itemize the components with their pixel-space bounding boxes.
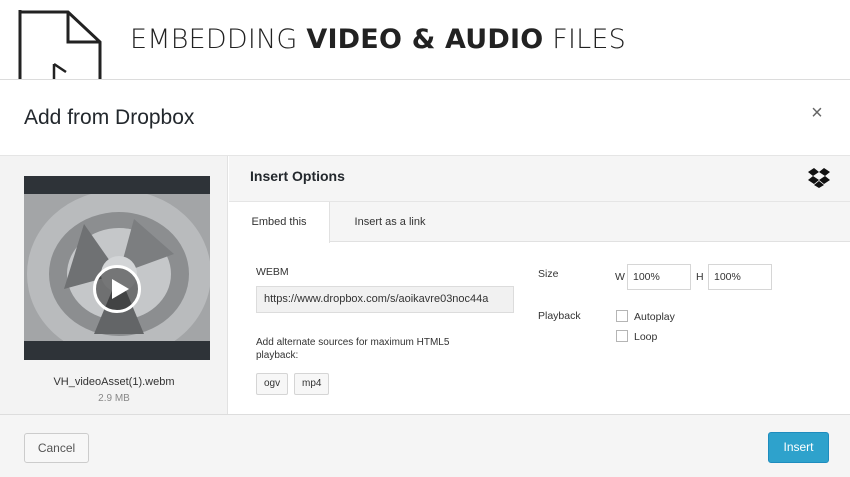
modal-title: Add from Dropbox xyxy=(24,106,195,129)
tab-insert-as-link[interactable]: Insert as a link xyxy=(330,202,450,242)
autoplay-checkbox[interactable] xyxy=(616,310,628,322)
close-icon[interactable]: × xyxy=(806,102,828,124)
loop-label: Loop xyxy=(634,331,658,343)
insert-options-title: Insert Options xyxy=(250,168,345,184)
play-icon[interactable] xyxy=(93,265,141,313)
format-label: WEBM xyxy=(256,266,289,278)
file-name: VH_videoAsset(1).webm xyxy=(53,376,175,388)
width-input[interactable]: 100% xyxy=(627,264,691,290)
dropbox-icon xyxy=(808,168,830,188)
cancel-button[interactable]: Cancel xyxy=(24,433,89,463)
file-size: 2.9 MB xyxy=(98,393,130,404)
modal-header: Add from Dropbox × xyxy=(0,80,850,156)
height-input[interactable]: 100% xyxy=(708,264,772,290)
playback-label: Playback xyxy=(538,310,581,322)
url-input[interactable]: https://www.dropbox.com/s/aoikavre03noc4… xyxy=(256,286,514,313)
loop-checkbox[interactable] xyxy=(616,330,628,342)
alt-source-ogv-button[interactable]: ogv xyxy=(256,373,289,395)
width-label: W xyxy=(615,271,625,283)
video-frame xyxy=(24,194,210,341)
file-preview-pane: VH_videoAsset(1).webm 2.9 MB xyxy=(0,156,228,414)
tab-embed-this[interactable]: Embed this xyxy=(229,202,330,243)
alt-source-mp4-button[interactable]: mp4 xyxy=(294,373,330,395)
page-banner: EMBEDDING VIDEO & AUDIO FILES xyxy=(0,0,850,80)
video-thumbnail[interactable] xyxy=(24,176,210,360)
size-label: Size xyxy=(538,268,559,280)
height-label: H xyxy=(696,271,704,283)
autoplay-label: Autoplay xyxy=(634,311,675,323)
insert-button[interactable]: Insert xyxy=(768,432,829,463)
modal-footer: Cancel Insert xyxy=(0,414,850,477)
alt-sources-text: Add alternate sources for maximum HTML5 … xyxy=(256,337,450,361)
insert-tabs: Embed this Insert as a link xyxy=(229,202,850,243)
video-file-icon xyxy=(18,10,102,80)
add-from-dropbox-modal: Add from Dropbox × VH_videoAsset(1).webm xyxy=(0,79,850,477)
banner-title: EMBEDDING VIDEO & AUDIO FILES xyxy=(130,24,626,55)
insert-options-header: Insert Options xyxy=(229,156,850,202)
